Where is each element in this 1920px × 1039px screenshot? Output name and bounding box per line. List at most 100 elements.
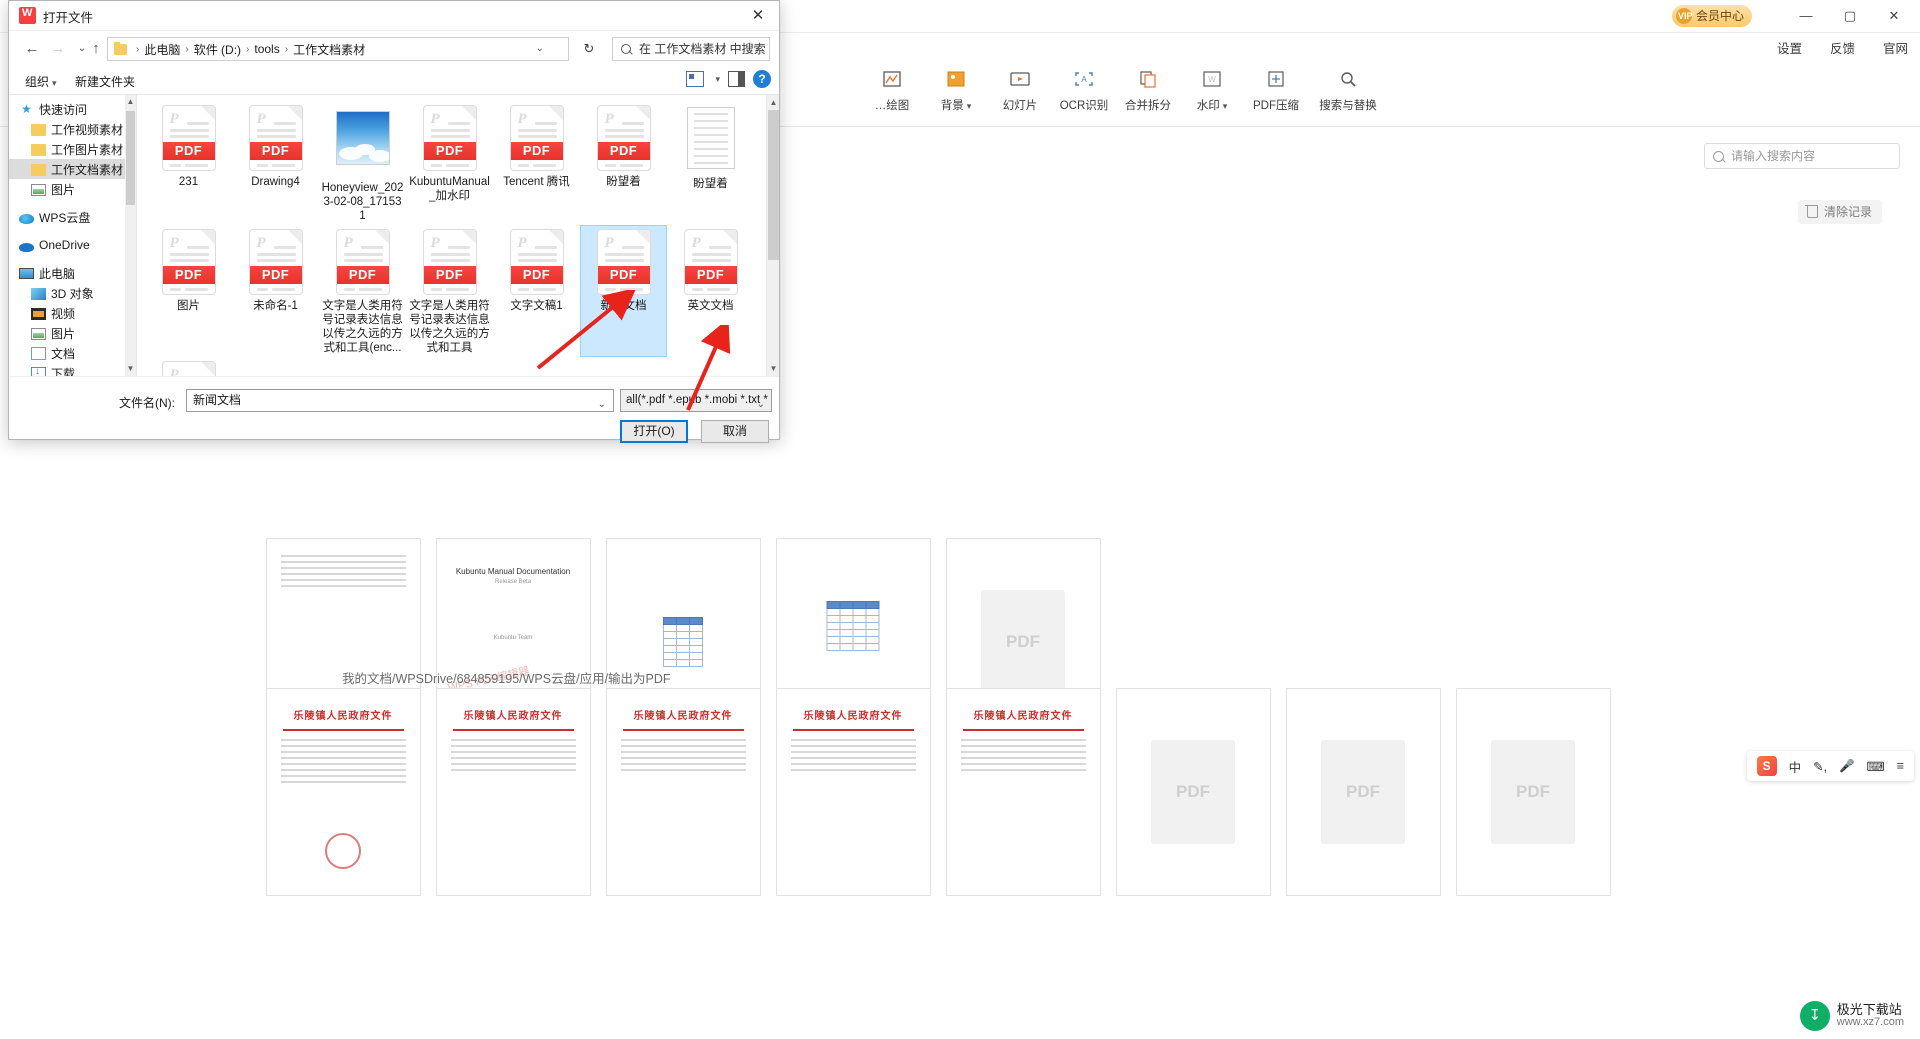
ribbon-item-watermark[interactable]: W 水印 ▾ [1180,65,1244,113]
scrollbar-thumb[interactable] [768,110,779,260]
chevron-down-icon[interactable]: ▾ [715,74,720,85]
document-thumbnail[interactable]: PDF PDF [1285,688,1441,896]
dialog-search-input[interactable]: 在 工作文档素材 中搜索 [612,37,770,61]
file-type-filter-select[interactable]: all(*.pdf *.epub *.mobi *.txt * ⌄ [620,389,772,412]
file-item[interactable]: P PDF 文字文稿1 [493,225,580,357]
window-maximize-button[interactable]: ▢ [1828,0,1872,32]
file-item[interactable]: P PDF 未命名-1 [232,225,319,357]
file-item[interactable]: 盼望着 [667,101,754,225]
new-folder-button[interactable]: 新建文件夹 [75,73,135,90]
refresh-icon[interactable]: ↻ [579,39,599,59]
document-card[interactable]: PDF 乐陵镇人民政府文件 [258,688,428,896]
file-item[interactable]: P PDF 盼望着 [580,101,667,225]
sidebar-item-videos[interactable]: 视频 [9,303,136,323]
document-thumbnail[interactable]: PDF 乐陵镇人民政府文件 [945,688,1101,896]
ribbon-item-slideshow[interactable]: 幻灯片 [988,65,1052,113]
document-card[interactable]: PDF 乐陵镇人民政府文件 [598,688,768,896]
ime-mode-chinese[interactable]: 中 [1789,757,1802,776]
sidebar-item-documents[interactable]: 文档 [9,343,136,363]
background-caret-icon[interactable]: ▾ [967,101,972,111]
file-item[interactable]: P PDF 图片 [145,225,232,357]
ribbon-item-ocr[interactable]: A OCR识别 [1052,65,1116,113]
file-item[interactable]: P PDF Drawing4 [232,101,319,225]
clear-records-button[interactable]: 清除记录 [1797,200,1882,224]
organize-button[interactable]: 组织 ▾ [25,73,57,90]
scroll-up-icon[interactable]: ▲ [767,95,779,110]
ribbon-item-draw[interactable]: …绘图 [860,65,924,113]
open-button[interactable]: 打开(O) [620,420,688,443]
view-mode-icon[interactable] [686,71,705,87]
file-item[interactable]: P PDF 英文文档 [667,225,754,357]
ime-menu-icon[interactable]: ≡ [1897,759,1904,773]
ime-handwriting-icon[interactable]: ✎, [1813,759,1827,774]
file-item[interactable]: P PDF 文字是人类用符号记录表达信息以传之久远的方式和工具(enc... [319,225,406,357]
dialog-close-button[interactable]: ✕ [737,1,779,31]
sidebar-item-onedrive[interactable]: OneDrive [9,235,136,255]
sidebar-item-quick-access[interactable]: ★ 快速访问 [9,99,136,119]
sidebar-item-pictures-qa[interactable]: 图片 [9,179,136,199]
breadcrumb-item-drive-d[interactable]: 软件 (D:) [194,41,241,58]
ime-toolbar[interactable]: S 中 ✎, 🎤 ⌨ ≡ [1746,751,1914,781]
chevron-down-icon[interactable]: ⌄ [536,43,544,54]
ime-voice-icon[interactable]: 🎤 [1839,759,1855,774]
sidebar-item-this-pc[interactable]: 此电脑 [9,263,136,283]
ribbon-item-background[interactable]: 背景 ▾ [924,65,988,113]
scroll-down-icon[interactable]: ▼ [125,362,136,376]
ribbon-item-find-replace[interactable]: 搜索与替换 [1308,65,1388,113]
filename-input[interactable]: 新闻文档 ⌄ [186,389,614,412]
nav-back-button[interactable]: ← [21,38,43,60]
sidebar-item-work-video[interactable]: 工作视频素材 [9,119,136,139]
ribbon-item-merge-split[interactable]: 合并拆分 [1116,65,1180,113]
document-thumbnail[interactable]: PDF PDF [1115,688,1271,896]
preview-pane-icon[interactable] [728,71,745,87]
nav-forward-button[interactable]: → [47,38,69,60]
document-card[interactable]: PDF PDF [1278,688,1448,896]
document-thumbnail[interactable]: PDF 乐陵镇人民政府文件 [605,688,761,896]
document-card[interactable]: PDF PDF [1448,688,1618,896]
dialog-sidebar[interactable]: ★ 快速访问 工作视频素材 工作图片素材 工作文档素材 图片 WPS云盘 One… [9,95,137,376]
document-card[interactable]: PDF 乐陵镇人民政府文件 [768,688,938,896]
chevron-down-icon[interactable]: ⌄ [757,394,765,411]
file-item-selected[interactable]: P PDF 新闻文档 [580,225,667,357]
file-item[interactable]: P PDF Tencent 腾讯 [493,101,580,225]
cancel-button[interactable]: 取消 [701,420,769,443]
file-item[interactable]: P PDF KubuntuManual_加水印 [406,101,493,225]
sogou-ime-logo-icon[interactable]: S [1756,756,1777,776]
sidebar-item-wps-cloud[interactable]: WPS云盘 [9,207,136,227]
app-search-input[interactable]: 请输入搜索内容 [1704,143,1900,169]
ribbon-item-compress[interactable]: PDF压缩 [1244,65,1308,113]
document-card[interactable]: PDF 乐陵镇人民政府文件 [938,688,1108,896]
vip-center-button[interactable]: VIP 会员中心 [1671,5,1752,27]
breadcrumb-item-current-folder[interactable]: 工作文档素材 [293,41,365,58]
document-card[interactable]: PDF 乐陵镇人民政府文件 [428,688,598,896]
sidebar-item-3d-objects[interactable]: 3D 对象 [9,283,136,303]
file-item[interactable]: Honeyview_2023-02-08_171531 [319,101,406,225]
sidebar-item-pictures[interactable]: 图片 [9,323,136,343]
file-list-scrollbar[interactable]: ▲ ▼ [766,95,779,376]
ime-keyboard-icon[interactable]: ⌨ [1867,759,1885,774]
file-item[interactable]: P PDF 231 [145,101,232,225]
sidebar-item-work-images[interactable]: 工作图片素材 [9,139,136,159]
document-thumbnail[interactable]: PDF 乐陵镇人民政府文件 [435,688,591,896]
window-minimize-button[interactable]: — [1784,0,1828,32]
sidebar-item-downloads[interactable]: 下载 [9,363,136,376]
menu-item-website[interactable]: 官网 [1883,38,1908,57]
menu-item-feedback[interactable]: 反馈 [1830,38,1855,57]
nav-up-button[interactable]: ↑ [85,38,107,60]
file-item[interactable]: P PDF 文字是人类用符号记录表达信息以传之久远的方式和工具 [406,225,493,357]
document-thumbnail[interactable]: PDF PDF [1455,688,1611,896]
chevron-down-icon[interactable]: ⌄ [598,394,606,415]
help-icon[interactable]: ? [753,70,771,88]
window-close-button[interactable]: ✕ [1872,0,1916,32]
menu-item-settings[interactable]: 设置 [1777,38,1802,57]
scroll-up-icon[interactable]: ▲ [125,95,136,109]
breadcrumb-item-tools[interactable]: tools [254,42,279,56]
document-thumbnail[interactable]: PDF 乐陵镇人民政府文件 [775,688,931,896]
document-card[interactable]: PDF PDF [1108,688,1278,896]
document-thumbnail[interactable]: PDF 乐陵镇人民政府文件 [265,688,421,896]
file-list-pane[interactable]: P PDF 231 P PDF Drawing4 Honeyview_2023-02… [137,95,779,376]
breadcrumb-item-this-pc[interactable]: 此电脑 [144,41,180,58]
open-file-dialog[interactable]: 打开文件 ✕ ← → ⌄ ↑ › 此电脑 › 软件 (D:) › tools ›… [8,0,780,443]
scroll-down-icon[interactable]: ▼ [767,361,779,376]
sidebar-item-work-documents[interactable]: 工作文档素材 [9,159,136,179]
